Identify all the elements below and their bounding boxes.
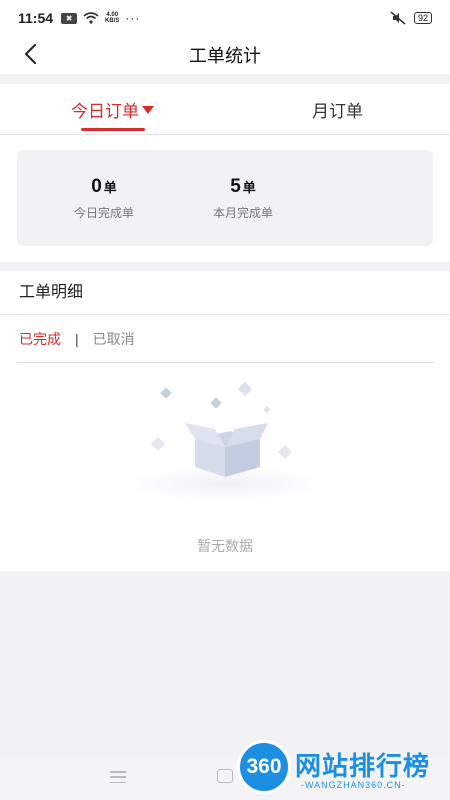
section-title: 工单明细 — [0, 271, 450, 315]
watermark-title: 网站排行榜 — [295, 751, 431, 781]
filter-divider: | — [75, 330, 79, 347]
stats-section: 0单 今日完成单 5单 本月完成单 — [0, 135, 450, 262]
filter-cancelled[interactable]: 已取消 — [93, 329, 135, 349]
status-left-icons: ✖ 4.00 KB/S ··· — [61, 11, 140, 25]
order-detail-section: 工单明细 已完成 | 已取消 暂无数据 — [0, 271, 450, 571]
tab-month-orders[interactable]: 月订单 — [225, 84, 450, 134]
battery-icon: 92 — [413, 12, 432, 24]
tab-label: 月订单 — [312, 101, 363, 121]
mute-icon — [390, 11, 406, 25]
more-notifications-icon: ··· — [125, 11, 141, 25]
home-icon[interactable] — [217, 769, 233, 783]
status-bar: 11:54 ✖ 4.00 KB/S ··· 92 — [0, 0, 450, 36]
watermark-logo: 360 网站排行榜 -WANGZHAN360.CN- — [237, 740, 450, 800]
wifi-icon — [83, 12, 99, 24]
back-button[interactable] — [16, 40, 44, 68]
empty-box-illustration — [125, 381, 325, 499]
watermark-badge: 360 — [237, 740, 291, 794]
stat-unit: 单 — [242, 180, 256, 195]
tab-active-indicator — [80, 128, 145, 131]
status-right: 92 — [390, 11, 432, 25]
menu-icon[interactable] — [110, 771, 126, 783]
navbar: 工单统计 — [0, 36, 450, 74]
tab-label: 今日订单 — [71, 101, 139, 121]
filter-completed[interactable]: 已完成 — [17, 329, 61, 349]
speed-unit: KB/S — [105, 18, 120, 24]
chevron-left-icon — [25, 44, 36, 64]
tab-today-orders[interactable]: 今日订单 — [0, 84, 225, 134]
status-filter: 已完成 | 已取消 — [17, 315, 433, 363]
stat-value: 0 — [91, 176, 102, 197]
notification-icon: ✖ — [61, 12, 78, 24]
battery-level: 92 — [417, 12, 428, 23]
status-time: 11:54 — [18, 10, 54, 26]
stat-unit: 单 — [103, 180, 117, 195]
stat-label: 今日完成单 — [73, 206, 134, 220]
caret-down-icon — [142, 105, 154, 114]
stat-label: 本月完成单 — [212, 206, 273, 220]
page-title: 工单统计 — [189, 46, 261, 66]
watermark-subtitle: -WANGZHAN360.CN- — [301, 780, 406, 790]
stat-today-completed: 0单 今日完成单 — [44, 176, 164, 221]
stats-card: 0单 今日完成单 5单 本月完成单 — [17, 150, 433, 246]
stat-month-completed: 5单 本月完成单 — [183, 176, 303, 221]
order-tabs: 今日订单 月订单 — [0, 84, 450, 135]
stat-value: 5 — [230, 176, 241, 197]
empty-state-text: 暂无数据 — [197, 538, 253, 554]
network-speed: 4.00 KB/S — [105, 12, 119, 24]
